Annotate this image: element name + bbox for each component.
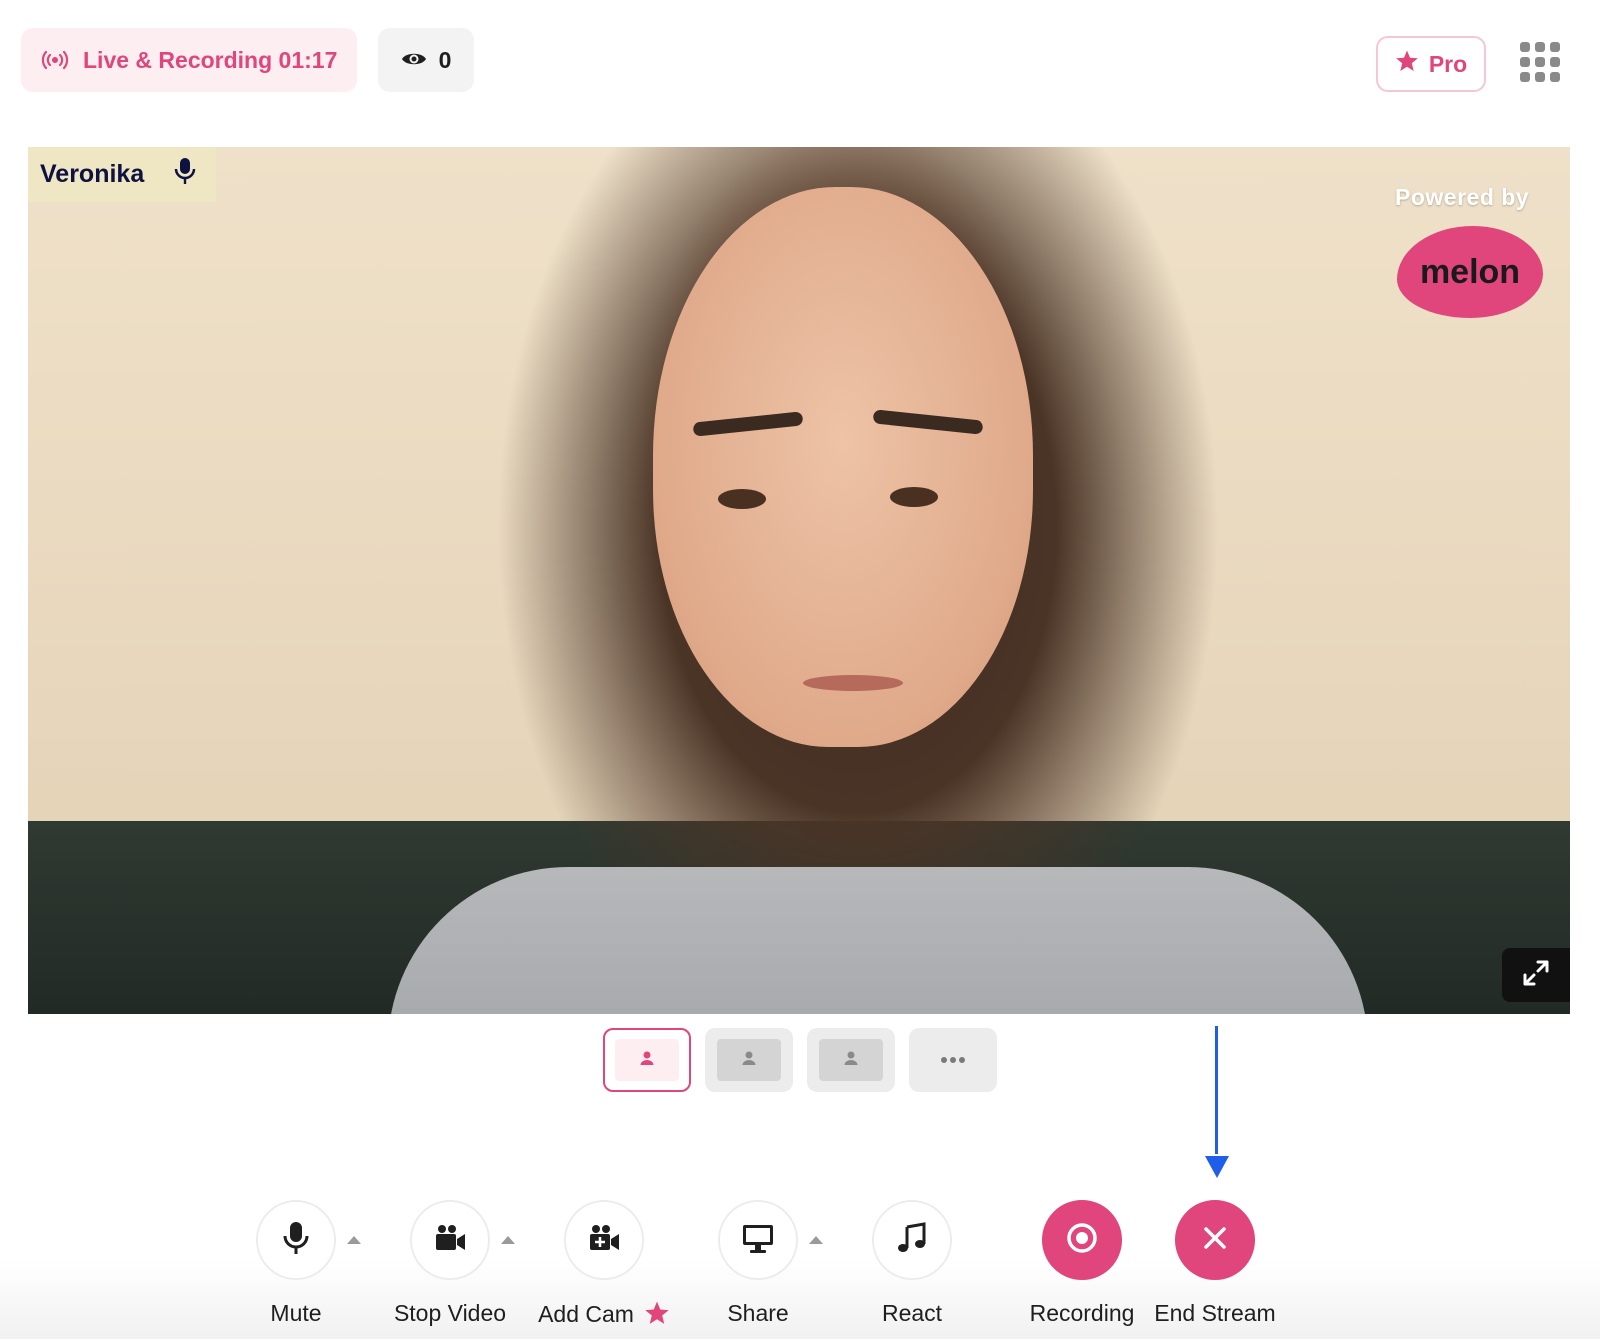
eye-shape — [890, 487, 938, 507]
add-cam-label: Add Cam — [538, 1301, 634, 1328]
star-icon — [644, 1300, 670, 1332]
share-label: Share — [727, 1300, 789, 1326]
broadcast-icon — [41, 49, 71, 71]
more-icon — [940, 1051, 966, 1069]
mute-control: Mute — [216, 1200, 376, 1327]
shirt-shape — [388, 867, 1368, 1014]
stop-video-control: Stop Video — [370, 1200, 530, 1327]
record-icon — [1065, 1221, 1099, 1260]
apps-grid-icon[interactable] — [1520, 42, 1562, 84]
add-cam-button[interactable] — [564, 1200, 644, 1280]
video-camera-icon — [433, 1223, 467, 1258]
annotation-arrow-head — [1205, 1156, 1229, 1178]
participant-name-tag: Veronika — [28, 147, 216, 202]
layout-option-button[interactable] — [705, 1028, 793, 1092]
participant-name: Veronika — [40, 160, 145, 188]
share-options-caret[interactable] — [809, 1236, 823, 1244]
pro-label: Pro — [1428, 50, 1468, 77]
fullscreen-button[interactable] — [1502, 948, 1570, 1002]
annotation-arrow — [1215, 1026, 1218, 1154]
share-button[interactable] — [718, 1200, 798, 1280]
melon-logo-text: melon — [1419, 252, 1521, 291]
person-icon — [843, 1050, 859, 1071]
viewer-count-value: 0 — [438, 46, 452, 73]
person-icon — [741, 1050, 757, 1071]
layout-single-button[interactable] — [603, 1028, 691, 1092]
eye-icon — [401, 47, 427, 74]
powered-by-text: Powered by — [1395, 184, 1530, 210]
layout-option-button[interactable] — [807, 1028, 895, 1092]
person-icon — [639, 1050, 655, 1071]
end-stream-button[interactable] — [1175, 1200, 1255, 1280]
mute-button[interactable] — [256, 1200, 336, 1280]
expand-icon — [1521, 958, 1551, 993]
end-stream-control: End Stream — [1135, 1200, 1295, 1327]
add-cam-label-wrap: Add Cam — [524, 1300, 684, 1332]
pro-button[interactable]: Pro — [1376, 36, 1486, 92]
mute-options-caret[interactable] — [347, 1236, 361, 1244]
live-recording-label: Live & Recording 01:17 — [83, 46, 338, 73]
recording-button[interactable] — [1042, 1200, 1122, 1280]
layout-selector — [603, 1028, 997, 1092]
add-camera-icon — [587, 1223, 621, 1258]
live-recording-status[interactable]: Live & Recording 01:17 — [21, 28, 357, 92]
music-note-icon — [897, 1221, 927, 1259]
stop-video-label: Stop Video — [393, 1300, 507, 1326]
video-options-caret[interactable] — [501, 1236, 515, 1244]
react-control: React — [832, 1200, 992, 1327]
react-button[interactable] — [872, 1200, 952, 1280]
viewer-count: 0 — [378, 28, 474, 92]
microphone-icon — [174, 157, 196, 192]
mute-label: Mute — [270, 1300, 322, 1326]
share-control: Share — [678, 1200, 838, 1327]
microphone-icon — [281, 1220, 311, 1261]
video-feed — [28, 147, 1570, 1014]
monitor-icon — [741, 1222, 775, 1259]
close-icon — [1201, 1224, 1229, 1257]
eye-shape — [718, 489, 766, 509]
mouth-shape — [803, 675, 903, 691]
more-layouts-button[interactable] — [909, 1028, 997, 1092]
stop-video-button[interactable] — [410, 1200, 490, 1280]
star-icon — [1395, 49, 1419, 79]
end-stream-label: End Stream — [1154, 1300, 1276, 1326]
face-shape — [653, 187, 1033, 747]
add-cam-control: Add Cam — [524, 1200, 684, 1332]
react-label: React — [881, 1300, 943, 1326]
